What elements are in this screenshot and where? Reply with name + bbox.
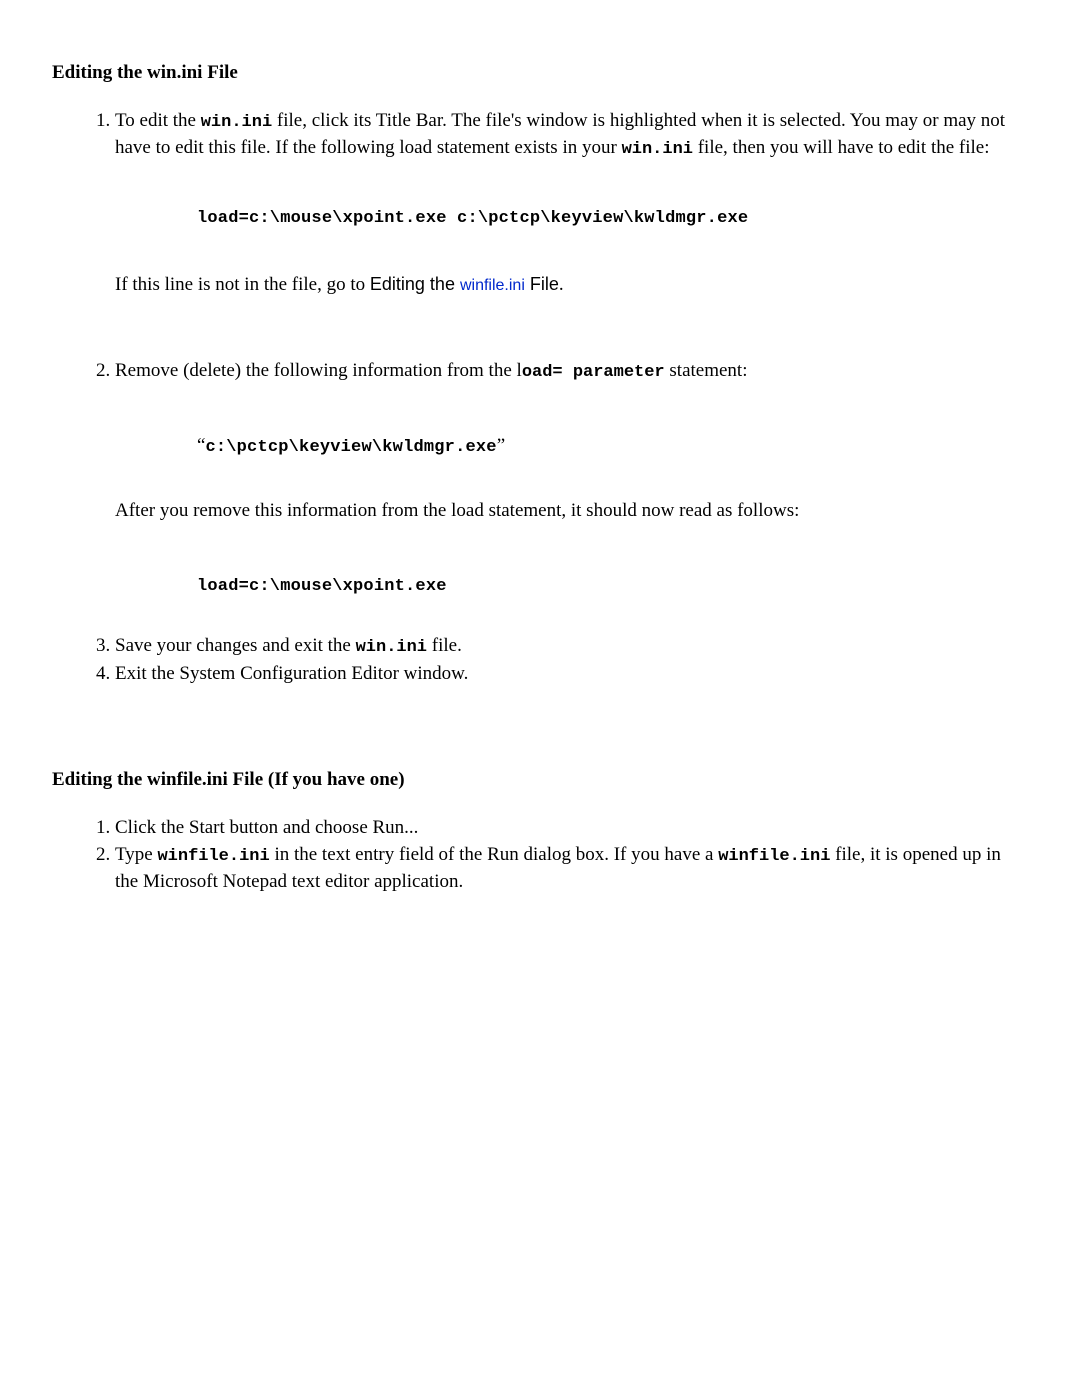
step1-text-post: file, then you will have to edit the fil… bbox=[693, 137, 990, 158]
code-block-load-short: load=c:\mouse\xpoint.exe bbox=[197, 577, 447, 596]
step4-text: Exit the System Configuration Editor win… bbox=[115, 663, 468, 684]
sec2-step2-pre: Type bbox=[115, 844, 157, 865]
sec2-step-1: Click the Start button and choose Run... bbox=[115, 815, 1028, 841]
code-winini-1: win.ini bbox=[201, 113, 272, 132]
step1-follow-sans-post: File bbox=[525, 274, 559, 294]
code-block-load-full: load=c:\mouse\xpoint.exe c:\pctcp\keyvie… bbox=[197, 209, 748, 228]
winini-steps-list: To edit the win.ini file, click its Titl… bbox=[52, 108, 1028, 687]
step1-follow-end: . bbox=[559, 274, 564, 295]
sec2-step2-mid: in the text entry field of the Run dialo… bbox=[270, 844, 719, 865]
step-4: Exit the System Configuration Editor win… bbox=[115, 661, 1028, 687]
code-winini-3: win.ini bbox=[356, 638, 427, 657]
section-heading-winfileini: Editing the winfile.ini File (If you hav… bbox=[52, 767, 1028, 793]
close-quote: ” bbox=[497, 435, 505, 456]
section-heading-winini: Editing the win.ini File bbox=[52, 60, 1028, 86]
code-winini-2: win.ini bbox=[622, 140, 693, 159]
step3-text-post: file. bbox=[427, 635, 462, 656]
step-1: To edit the win.ini file, click its Titl… bbox=[115, 108, 1028, 356]
code-block-kwldmgr: c:\pctcp\keyview\kwldmgr.exe bbox=[205, 438, 496, 457]
step2-after-text: After you remove this information from t… bbox=[115, 500, 799, 521]
step-3: Save your changes and exit the win.ini f… bbox=[115, 633, 1028, 660]
sec2-step1-text: Click the Start button and choose Run... bbox=[115, 817, 418, 838]
step2-text-mid: statement: bbox=[665, 360, 748, 381]
step-2: Remove (delete) the following informatio… bbox=[115, 358, 1028, 630]
code-winfileini-2: winfile.ini bbox=[718, 847, 830, 866]
step1-follow-pre: If this line is not in the file, go to bbox=[115, 274, 370, 295]
step2-text-pre: Remove (delete) the following informatio… bbox=[115, 360, 522, 381]
code-load-param: oad= parameter bbox=[522, 363, 665, 382]
step3-text-pre: Save your changes and exit the bbox=[115, 635, 356, 656]
winfileini-steps-list: Click the Start button and choose Run...… bbox=[52, 815, 1028, 895]
code-winfileini-1: winfile.ini bbox=[157, 847, 269, 866]
winfileini-link[interactable]: winfile.ini bbox=[460, 277, 525, 294]
step1-text-pre: To edit the bbox=[115, 110, 201, 131]
sec2-step-2: Type winfile.ini in the text entry field… bbox=[115, 842, 1028, 895]
step1-follow-sans: Editing the bbox=[370, 274, 460, 294]
